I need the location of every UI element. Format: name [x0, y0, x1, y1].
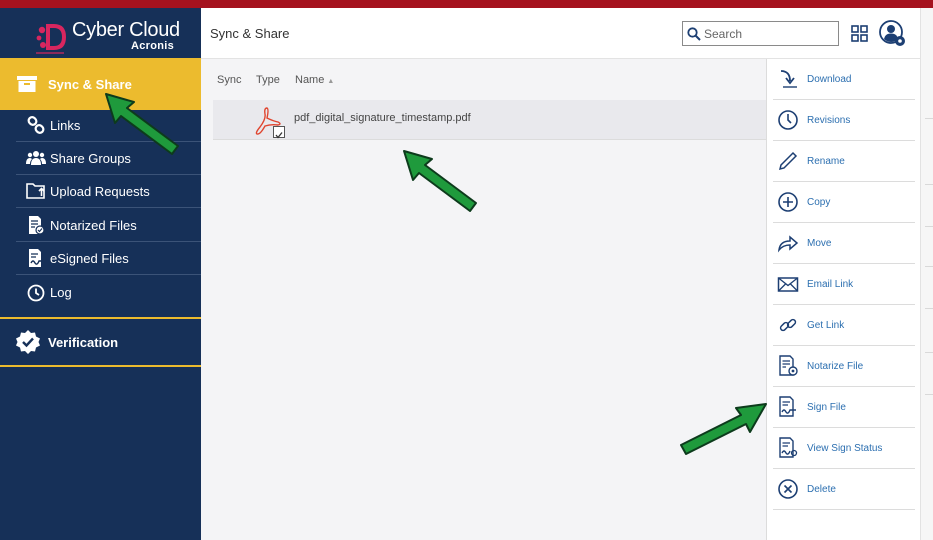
action-label: Get Link: [807, 319, 845, 331]
move-button[interactable]: Move: [773, 223, 915, 264]
right-edge-strip: [920, 8, 933, 540]
delete-x-icon: [778, 479, 798, 499]
action-label: View Sign Status: [807, 442, 883, 454]
notarize-file-button[interactable]: Notarize File: [773, 346, 915, 387]
notarized-file-icon: [26, 215, 46, 235]
page-header: Sync & Share: [201, 8, 920, 59]
checkmark-icon: [275, 132, 283, 139]
sidebar-item-notarized-files[interactable]: Notarized Files: [16, 209, 201, 242]
user-settings-icon[interactable]: [879, 20, 906, 47]
page-title: Sync & Share: [210, 26, 290, 41]
search-input[interactable]: [704, 26, 834, 41]
folder-upload-icon: [26, 181, 46, 201]
move-arrow-icon: [777, 235, 799, 253]
sidebar-item-esigned-files[interactable]: eSigned Files: [16, 242, 201, 275]
plus-circle-icon: [778, 192, 798, 212]
annotation-arrow-file: [403, 150, 477, 212]
esigned-file-icon: [26, 248, 46, 268]
notarize-icon: [779, 355, 798, 376]
action-label: Copy: [807, 196, 831, 208]
clock-icon: [26, 283, 46, 303]
chain-link-icon: [779, 318, 797, 332]
table-row[interactable]: pdf_digital_signature_timestamp.pdf: [213, 100, 766, 140]
action-label: Rename: [807, 155, 845, 167]
brand-name: Cyber Cloud: [72, 19, 180, 41]
envelope-icon: [777, 277, 799, 292]
top-accent-bar: [0, 0, 933, 8]
pencil-icon: [778, 151, 798, 171]
action-label: Download: [807, 73, 852, 85]
sidebar-item-label: Notarized Files: [50, 217, 137, 233]
action-label: Notarize File: [807, 360, 864, 372]
sort-ascending-icon: ▲: [327, 78, 335, 85]
sidebar-item-label: Log: [50, 285, 72, 300]
sidebar-item-label: eSigned Files: [50, 250, 129, 266]
revisions-button[interactable]: Revisions: [773, 100, 915, 141]
search-icon: [687, 26, 701, 41]
action-label: Move: [807, 237, 832, 249]
file-actions-panel: Download Revisions Rename Copy Move Emai…: [766, 59, 920, 540]
row-select-checkbox[interactable]: [273, 126, 285, 139]
action-label: Revisions: [807, 114, 851, 126]
archive-box-icon: [17, 76, 37, 92]
column-header-sync[interactable]: Sync: [217, 74, 241, 86]
sidebar-item-label: Verification: [48, 334, 119, 350]
view-sign-status-button[interactable]: View Sign Status: [773, 428, 915, 469]
delete-button[interactable]: Delete: [773, 469, 915, 510]
app-logo[interactable]: Cyber Cloud Acronis: [0, 8, 201, 58]
sidebar-item-label: Upload Requests: [50, 183, 150, 199]
download-icon: [780, 70, 797, 88]
cyber-cloud-logo-icon: [36, 24, 67, 54]
sidebar-item-verification[interactable]: Verification: [0, 317, 201, 367]
action-label: Sign File: [807, 401, 846, 413]
copy-button[interactable]: Copy: [773, 182, 915, 223]
verified-badge-icon: [16, 330, 40, 354]
file-name[interactable]: pdf_digital_signature_timestamp.pdf: [294, 112, 471, 124]
action-label: Email Link: [807, 278, 854, 290]
download-button[interactable]: Download: [773, 59, 915, 100]
sidebar-item-label: Links: [50, 117, 81, 133]
action-label: Delete: [807, 483, 836, 495]
email-link-button[interactable]: Email Link: [773, 264, 915, 305]
sign-file-icon: [779, 396, 796, 417]
sidebar-item-log[interactable]: Log: [16, 276, 201, 309]
sidebar-item-upload-requests[interactable]: Upload Requests: [16, 175, 201, 208]
get-link-button[interactable]: Get Link: [773, 305, 915, 346]
search-box[interactable]: [682, 21, 839, 46]
grid-icon[interactable]: [851, 25, 868, 42]
column-header-type[interactable]: Type: [256, 74, 280, 86]
annotation-arrow-sign-file: [680, 403, 767, 455]
column-header-name[interactable]: Name ▲: [295, 74, 334, 86]
rename-button[interactable]: Rename: [773, 141, 915, 182]
brand-sub-name: Acronis: [131, 40, 175, 52]
revisions-clock-icon: [778, 110, 798, 130]
link-icon: [26, 115, 46, 135]
sign-file-button[interactable]: Sign File: [773, 387, 915, 428]
column-header-name-label: Name: [295, 74, 325, 86]
sign-status-icon: [779, 437, 798, 458]
group-icon: [26, 148, 46, 168]
annotation-arrow-sync-share: [105, 93, 179, 155]
file-list-area: Sync Type Name ▲ pdf_digital_signature_t…: [201, 59, 766, 540]
